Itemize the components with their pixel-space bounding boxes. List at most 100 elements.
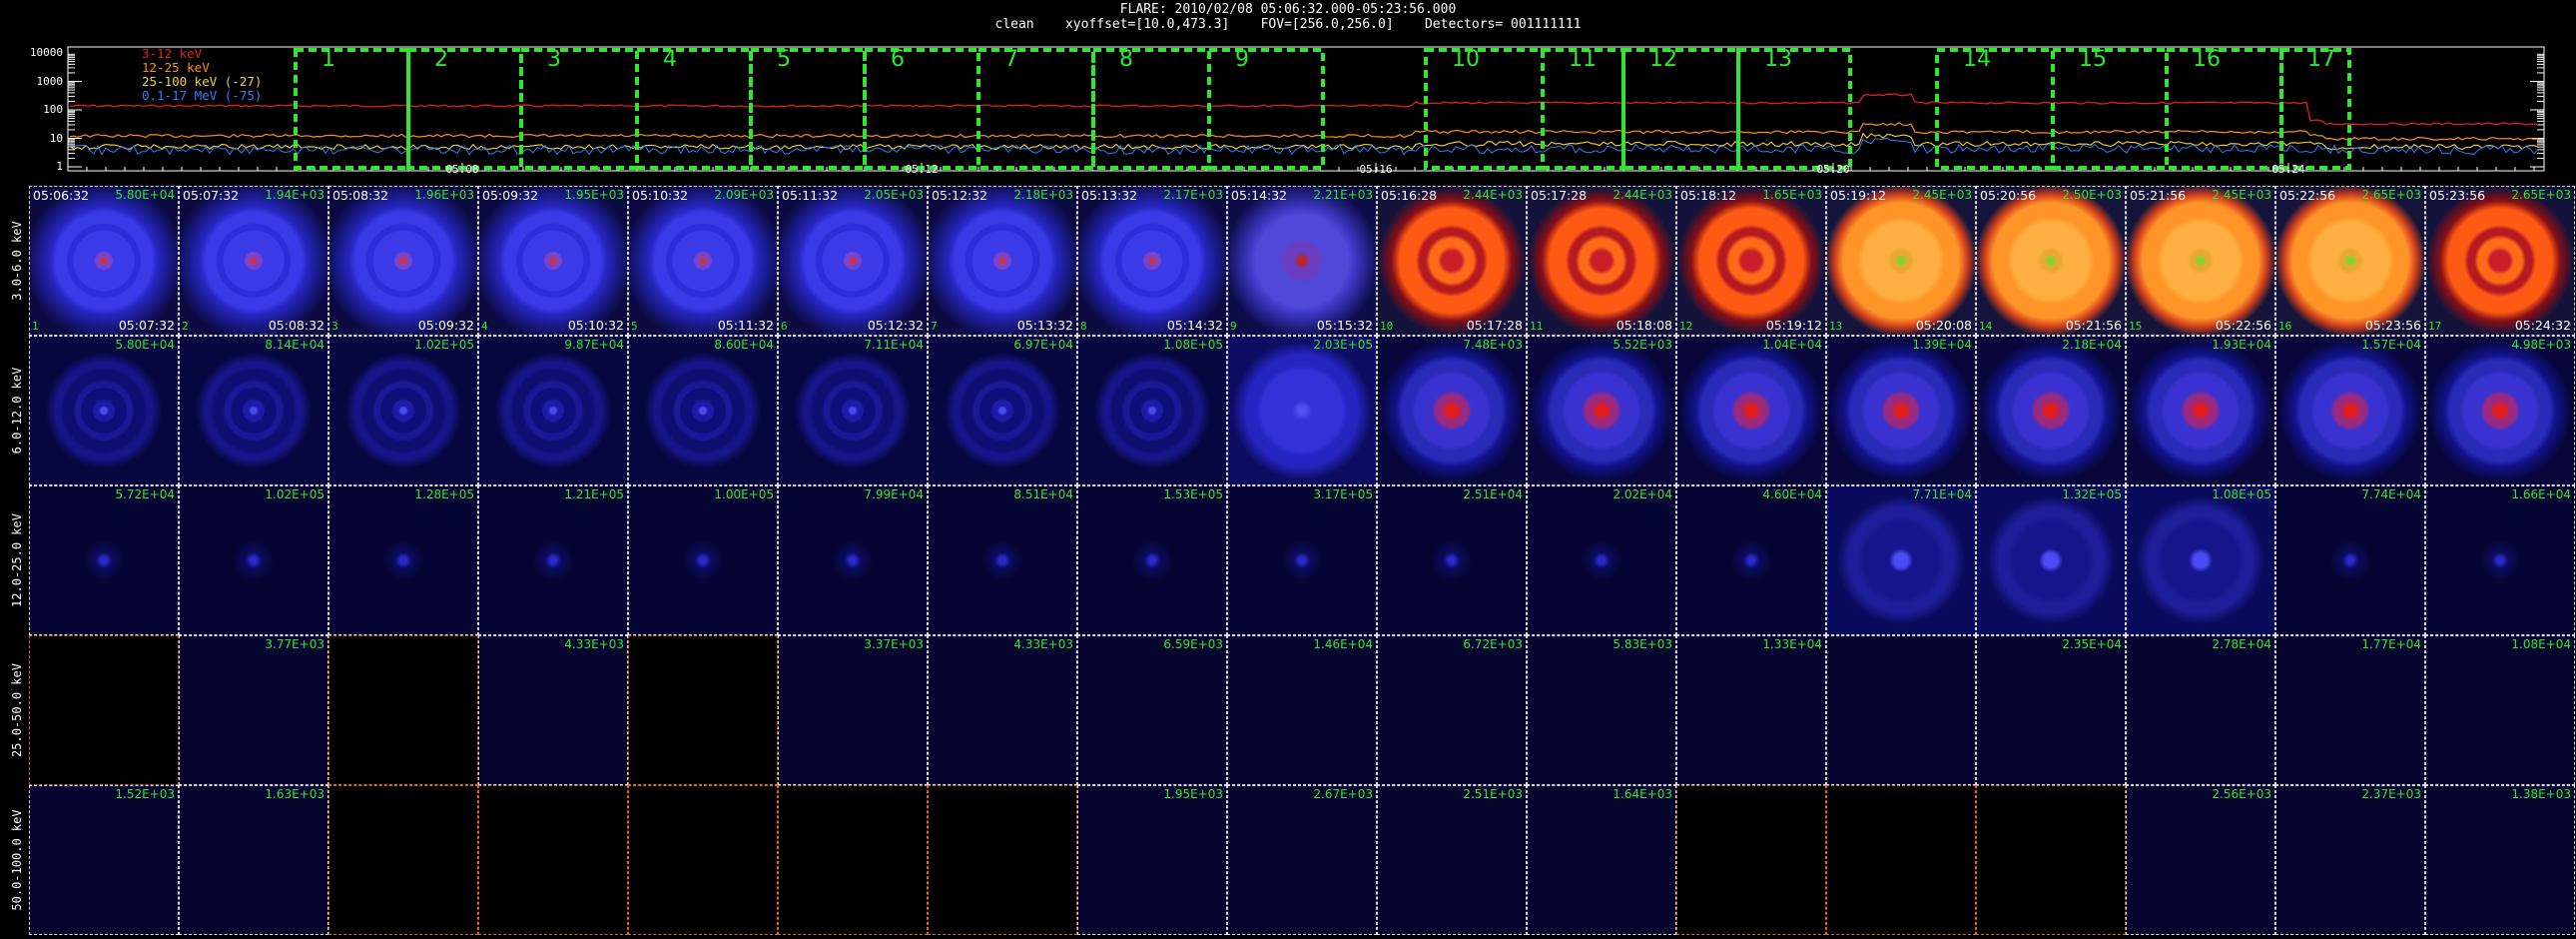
image-cell[interactable]: 8.51E+04 [928, 485, 1077, 635]
image-cell[interactable] [1676, 785, 1826, 935]
image-row: 6.0-12.0 keV 5.80E+04 8.14E+04 1.02E+05 9.87… [10, 336, 2576, 485]
image-cell[interactable] [1826, 785, 1976, 935]
peak-flux-value: 1.38E+03 [2511, 787, 2571, 801]
image-cell[interactable]: 8.60E+04 [628, 336, 778, 485]
interval-number: 16 [2193, 47, 2221, 72]
image-cell[interactable] [328, 635, 478, 785]
image-cell[interactable]: 2.45E+03 05:19:12 05:20:08 13 [1826, 186, 1976, 336]
image-cell[interactable] [928, 785, 1077, 935]
image-cell[interactable]: 1.39E+04 [1826, 336, 1976, 485]
image-cell[interactable]: 1.46E+04 [1227, 635, 1377, 785]
image-cell[interactable]: 2.03E+05 [1227, 336, 1377, 485]
image-cell[interactable]: 7.71E+04 [1826, 485, 1976, 635]
image-cell[interactable]: 2.17E+03 05:13:32 05:14:32 8 [1077, 186, 1227, 336]
image-cell[interactable]: 1.63E+03 [179, 785, 328, 935]
image-cell[interactable]: 4.60E+04 [1676, 485, 1826, 635]
image-cell[interactable]: 5.52E+03 [1527, 336, 1676, 485]
image-cell[interactable]: 5.83E+03 [1527, 635, 1676, 785]
image-cell[interactable]: 1.95E+03 [1077, 785, 1227, 935]
image-cell[interactable]: 2.44E+03 05:17:28 05:18:08 11 [1527, 186, 1676, 336]
image-cell[interactable]: 5.80E+04 05:06:32 05:07:32 1 [29, 186, 179, 336]
image-cell[interactable]: 2.37E+03 [2275, 785, 2425, 935]
image-cell[interactable]: 1.94E+03 05:07:32 05:08:32 2 [179, 186, 328, 336]
peak-flux-value: 1.08E+05 [1163, 338, 1223, 352]
image-cell[interactable]: 2.21E+03 05:14:32 05:15:32 9 [1227, 186, 1377, 336]
image-cell[interactable]: 1.21E+05 [478, 485, 628, 635]
image-cell[interactable]: 2.51E+03 [1377, 785, 1527, 935]
interval-number: 3 [547, 47, 561, 72]
image-cell[interactable]: 2.67E+03 [1227, 785, 1377, 935]
image-cell[interactable]: 6.97E+04 [928, 336, 1077, 485]
image-row: 50.0-100.0 keV 1.52E+03 1.63E+03 1.95E+03 2.… [10, 785, 2576, 935]
image-cell[interactable]: 2.65E+03 05:23:56 05:24:32 17 [2425, 186, 2575, 336]
image-cell[interactable]: 7.48E+03 [1377, 336, 1527, 485]
image-cell[interactable]: 1.04E+04 [1676, 336, 1826, 485]
image-cell[interactable]: 1.38E+03 [2425, 785, 2575, 935]
image-cell[interactable]: 1.52E+03 [29, 785, 179, 935]
image-cell[interactable]: 7.99E+04 [778, 485, 928, 635]
image-cell[interactable]: 2.18E+04 [1976, 336, 2126, 485]
image-cell[interactable]: 1.08E+05 [2126, 485, 2275, 635]
image-cell[interactable]: 8.14E+04 [179, 336, 328, 485]
image-cell[interactable]: 2.09E+03 05:10:32 05:11:32 5 [628, 186, 778, 336]
image-cell[interactable]: 9.87E+04 [478, 336, 628, 485]
image-cell[interactable]: 2.18E+03 05:12:32 05:13:32 7 [928, 186, 1077, 336]
image-cell[interactable]: 2.56E+03 [2126, 785, 2275, 935]
image-cell[interactable]: 1.65E+03 05:18:12 05:19:12 12 [1676, 186, 1826, 336]
image-cell[interactable]: 2.44E+03 05:16:28 05:17:28 10 [1377, 186, 1527, 336]
image-cell[interactable] [628, 635, 778, 785]
image-cell[interactable]: 2.65E+03 05:22:56 05:23:56 16 [2275, 186, 2425, 336]
image-cell[interactable]: 1.93E+04 [2126, 336, 2275, 485]
image-cell[interactable]: 2.35E+04 [1976, 635, 2126, 785]
image-cell[interactable]: 2.05E+03 05:11:32 05:12:32 6 [778, 186, 928, 336]
image-cell[interactable]: 7.74E+04 [2275, 485, 2425, 635]
peak-flux-value: 4.33E+03 [1013, 637, 1073, 651]
image-cell[interactable]: 1.96E+03 05:08:32 05:09:32 3 [328, 186, 478, 336]
image-cell[interactable] [328, 785, 478, 935]
image-cell[interactable]: 5.80E+04 [29, 336, 179, 485]
image-cell[interactable]: 1.64E+03 [1527, 785, 1676, 935]
image-cell[interactable]: 1.57E+04 [2275, 336, 2425, 485]
image-cell[interactable]: 2.45E+03 05:21:56 05:22:56 15 [2126, 186, 2275, 336]
image-cell[interactable] [478, 785, 628, 935]
image-cell[interactable] [778, 785, 928, 935]
image-cell[interactable]: 1.32E+05 [1976, 485, 2126, 635]
image-cell[interactable]: 2.02E+04 [1527, 485, 1676, 635]
image-cell[interactable]: 6.72E+03 [1377, 635, 1527, 785]
interval-number: 8 [1119, 47, 1133, 72]
image-cell[interactable]: 2.78E+04 [2126, 635, 2275, 785]
image-cell[interactable]: 1.02E+05 [179, 485, 328, 635]
legend-entry: 3-12 keV [142, 46, 203, 61]
image-cell[interactable]: 1.08E+04 [2425, 635, 2575, 785]
image-cell[interactable]: 7.11E+04 [778, 336, 928, 485]
image-cell[interactable]: 3.37E+03 [778, 635, 928, 785]
energy-band-text: 3.0-6.0 keV [10, 221, 24, 301]
image-cell[interactable]: 4.98E+03 [2425, 336, 2575, 485]
image-cell[interactable] [29, 635, 179, 785]
ytick-label: 10000 [29, 46, 63, 59]
image-cell[interactable] [628, 785, 778, 935]
image-cell[interactable] [1826, 635, 1976, 785]
image-cell[interactable]: 1.66E+04 [2425, 485, 2575, 635]
interval-index: 12 [1679, 320, 1693, 333]
image-cell[interactable]: 4.33E+03 [928, 635, 1077, 785]
image-cell[interactable]: 2.50E+03 05:20:56 05:21:56 14 [1976, 186, 2126, 336]
image-cell[interactable]: 3.77E+03 [179, 635, 328, 785]
image-cell[interactable]: 3.17E+05 [1227, 485, 1377, 635]
image-cell[interactable]: 4.33E+03 [478, 635, 628, 785]
image-cell[interactable]: 5.72E+04 [29, 485, 179, 635]
image-cell[interactable]: 1.33E+04 [1676, 635, 1826, 785]
image-cell[interactable]: 1.02E+05 [328, 336, 478, 485]
interval-index: 11 [1530, 320, 1544, 333]
image-cell[interactable]: 6.59E+03 [1077, 635, 1227, 785]
image-cell[interactable]: 1.00E+05 [628, 485, 778, 635]
image-cell[interactable]: 1.77E+04 [2275, 635, 2425, 785]
energy-band-label: 3.0-6.0 keV [7, 186, 27, 336]
image-cell[interactable]: 2.51E+04 [1377, 485, 1527, 635]
image-cell[interactable]: 1.95E+03 05:09:32 05:10:32 4 [478, 186, 628, 336]
peak-flux-value: 1.32E+05 [2062, 487, 2122, 501]
image-cell[interactable]: 1.08E+05 [1077, 336, 1227, 485]
image-cell[interactable]: 1.53E+05 [1077, 485, 1227, 635]
image-cell[interactable] [1976, 785, 2126, 935]
image-cell[interactable]: 1.28E+05 [328, 485, 478, 635]
